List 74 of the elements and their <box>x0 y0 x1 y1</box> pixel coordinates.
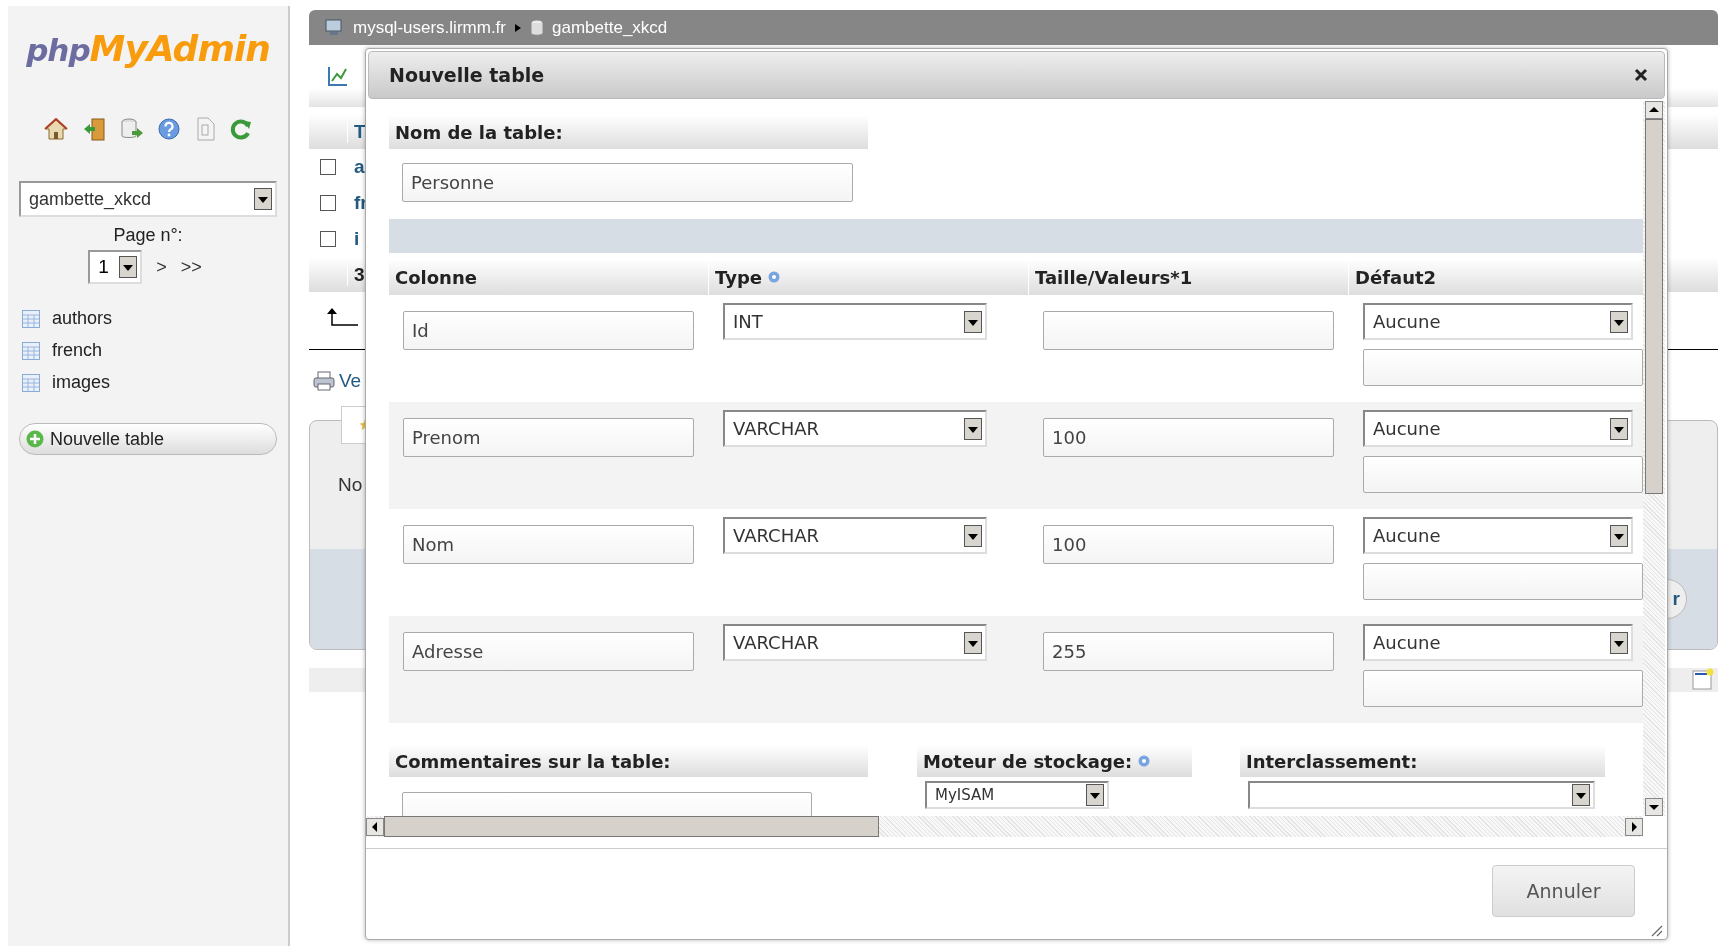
row-checkbox[interactable] <box>320 195 336 211</box>
scroll-left-icon[interactable] <box>366 817 384 836</box>
help-icon[interactable] <box>158 118 180 140</box>
column-header: Défaut2 <box>1349 259 1643 295</box>
table-name-field[interactable]: Personne <box>402 163 853 202</box>
cancel-button[interactable]: Annuler <box>1492 865 1635 917</box>
database-icon <box>530 18 544 37</box>
dialog-title: Nouvelle table <box>389 64 545 86</box>
breadcrumb-link[interactable]: gambette_xkcd <box>552 17 668 38</box>
scroll-right-icon[interactable] <box>1625 817 1643 836</box>
size-field[interactable] <box>1043 311 1334 350</box>
database-icon[interactable] <box>120 117 144 141</box>
scroll-down-icon[interactable] <box>1645 798 1663 816</box>
printer-icon[interactable] <box>313 371 335 391</box>
scroll-thumb[interactable] <box>384 816 879 837</box>
table-link[interactable]: images <box>52 372 111 393</box>
column-header: Taille/Valeurs*1 <box>1029 259 1349 295</box>
column-header: Colonne <box>389 259 709 295</box>
column-name-field[interactable]: Nom <box>403 525 694 564</box>
default-select[interactable]: Aucune <box>1363 303 1633 340</box>
type-select[interactable]: VARCHAR <box>723 517 987 554</box>
chart-icon[interactable] <box>327 65 349 87</box>
default-select[interactable]: Aucune <box>1363 410 1633 447</box>
size-field[interactable]: 255 <box>1043 632 1334 671</box>
section-header: Commentaires sur la table: <box>389 745 868 777</box>
print-link[interactable]: Ve <box>339 370 362 392</box>
type-select[interactable]: INT <box>723 303 987 340</box>
engine-select[interactable]: MyISAM <box>925 781 1109 809</box>
monitor-icon <box>325 18 345 37</box>
caret-icon <box>514 22 522 33</box>
section-header: Nom de la table: <box>389 115 868 149</box>
resize-grip-icon[interactable] <box>1649 923 1663 937</box>
default-select[interactable]: Aucune <box>1363 624 1633 661</box>
breadcrumb-link[interactable]: mysql-users.lirmm.fr <box>353 17 506 38</box>
horizontal-scrollbar[interactable] <box>366 816 1643 837</box>
default-select[interactable]: Aucune <box>1363 517 1633 554</box>
refresh-icon[interactable] <box>230 118 252 140</box>
next-page-link[interactable]: > <box>156 256 167 278</box>
page-label: Page n°: <box>113 225 183 246</box>
close-icon[interactable] <box>1634 68 1648 82</box>
column-header: Type <box>709 259 1029 295</box>
row-checkbox[interactable] <box>320 159 336 175</box>
panel-text: No <box>338 474 363 496</box>
scroll-up-icon[interactable] <box>1645 101 1663 119</box>
section-header: Interclassement: <box>1240 745 1605 777</box>
table-link[interactable]: a <box>347 156 365 178</box>
size-field[interactable]: 100 <box>1043 525 1334 564</box>
column-name-field[interactable]: Id <box>403 311 694 350</box>
table-link[interactable]: french <box>52 340 103 361</box>
door-icon[interactable] <box>82 117 106 141</box>
home-icon[interactable] <box>44 118 68 140</box>
database-select[interactable]: gambette_xkcd <box>19 181 277 217</box>
default-value-field[interactable] <box>1363 563 1643 600</box>
vertical-scrollbar[interactable] <box>1643 101 1665 816</box>
column-name-field[interactable]: Prenom <box>403 418 694 457</box>
default-value-field[interactable] <box>1363 456 1643 493</box>
new-table-button[interactable]: Nouvelle table <box>19 423 277 455</box>
logo: phpMyAdmin <box>26 28 270 69</box>
table-count: 3 <box>347 263 365 286</box>
row-checkbox[interactable] <box>320 231 336 247</box>
default-value-field[interactable] <box>1363 670 1643 707</box>
column-name-field[interactable]: Adresse <box>403 632 694 671</box>
table-link[interactable]: authors <box>52 308 113 329</box>
section-header: Moteur de stockage: <box>917 745 1192 777</box>
default-value-field[interactable] <box>1363 349 1643 386</box>
last-page-link[interactable]: >> <box>180 256 202 278</box>
plus-icon <box>26 430 44 448</box>
note-icon[interactable] <box>1692 668 1714 690</box>
page-select[interactable]: 1 <box>88 250 143 284</box>
scroll-thumb[interactable] <box>1645 119 1663 494</box>
size-field[interactable]: 100 <box>1043 418 1334 457</box>
table-link[interactable]: i <box>347 228 360 250</box>
type-select[interactable]: VARCHAR <box>723 624 987 661</box>
type-select[interactable]: VARCHAR <box>723 410 987 447</box>
